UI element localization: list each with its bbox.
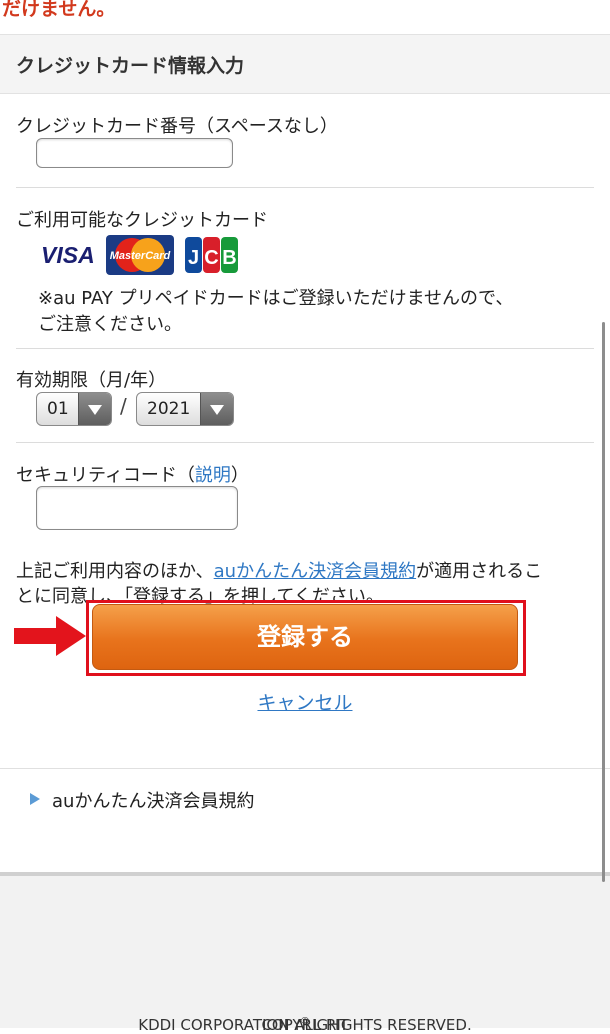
divider bbox=[16, 348, 594, 349]
visa-logo-icon: VISA bbox=[41, 242, 95, 268]
red-arrow-icon bbox=[14, 616, 86, 656]
terms-row[interactable]: auかんたん決済会員規約 bbox=[0, 768, 610, 871]
member-terms-link[interactable]: auかんたん決済会員規約 bbox=[214, 561, 416, 582]
available-cards-label: ご利用可能なクレジットカード bbox=[16, 210, 268, 231]
agreement-suffix: が適用されるこ bbox=[416, 561, 543, 582]
prepaid-note-line1: ※au PAY プリペイドカードはご登録いただけませんので、 bbox=[38, 288, 514, 309]
terms-row-label: auかんたん決済会員規約 bbox=[52, 791, 255, 812]
agreement-line1: 上記ご利用内容のほか、auかんたん決済会員規約が適用されるこ bbox=[16, 557, 542, 583]
select-caret-icon bbox=[78, 393, 111, 425]
expiry-label: 有効期限（月/年） bbox=[16, 370, 167, 391]
security-code-input[interactable] bbox=[36, 486, 238, 530]
prepaid-note-line2: ご注意ください。 bbox=[38, 314, 182, 335]
svg-text:MasterCard: MasterCard bbox=[110, 250, 171, 262]
expiry-month-select[interactable]: 01 bbox=[36, 392, 112, 426]
security-code-label-prefix: セキュリティコード（ bbox=[16, 465, 195, 486]
scrollbar[interactable] bbox=[602, 322, 605, 882]
security-code-label: セキュリティコード（説明） bbox=[16, 461, 249, 487]
disclosure-triangle-icon bbox=[30, 793, 40, 805]
expiry-year-select[interactable]: 2021 bbox=[136, 392, 234, 426]
jcb-logo-icon: J C B bbox=[185, 237, 238, 273]
expiry-separator: / bbox=[120, 394, 127, 418]
top-notice-text: だけません。 bbox=[2, 0, 116, 20]
svg-text:B: B bbox=[222, 247, 236, 269]
jcb-logo: J C B bbox=[184, 235, 240, 275]
register-button[interactable]: 登録する bbox=[92, 604, 518, 670]
footer: COPYRIGHT © KDDI CORPORATION ALL RIGHTS … bbox=[0, 872, 610, 1034]
agreement-prefix: 上記ご利用内容のほか、 bbox=[16, 561, 214, 582]
mastercard-logo: MasterCard bbox=[106, 235, 174, 275]
card-number-input[interactable] bbox=[36, 138, 233, 168]
copyright-suffix: KDDI CORPORATION ALL RIGHTS RESERVED. bbox=[138, 1016, 472, 1034]
divider bbox=[16, 187, 594, 188]
card-number-label: クレジットカード番号（スペースなし） bbox=[16, 116, 338, 137]
expiry-month-value: 01 bbox=[47, 399, 69, 419]
svg-text:VISA: VISA bbox=[41, 242, 95, 268]
cancel-row: キャンセル bbox=[0, 688, 610, 715]
svg-text:J: J bbox=[188, 247, 199, 269]
top-notice: だけません。 bbox=[0, 0, 610, 34]
svg-text:C: C bbox=[204, 247, 218, 269]
cancel-link[interactable]: キャンセル bbox=[257, 692, 352, 714]
security-code-help-link[interactable]: 説明 bbox=[195, 465, 231, 486]
mastercard-logo-icon: MasterCard bbox=[110, 238, 171, 272]
divider bbox=[16, 442, 594, 443]
section-header: クレジットカード情報入力 bbox=[0, 34, 610, 94]
expiry-year-value: 2021 bbox=[147, 399, 191, 419]
visa-logo: VISA bbox=[38, 235, 100, 273]
section-title: クレジットカード情報入力 bbox=[16, 55, 245, 77]
select-caret-icon bbox=[200, 393, 233, 425]
security-code-label-suffix: ） bbox=[230, 465, 249, 486]
